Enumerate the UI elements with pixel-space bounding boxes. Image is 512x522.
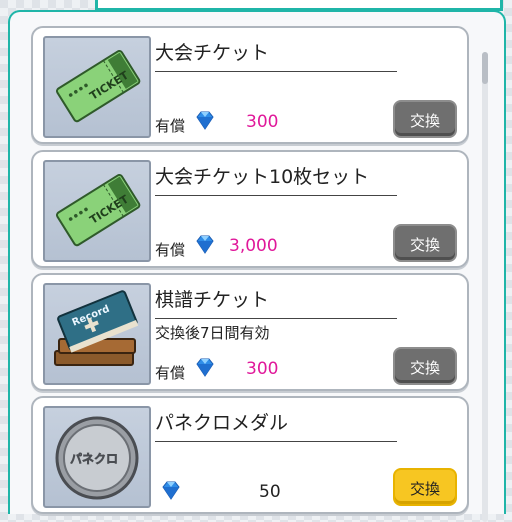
- item-price: 3,000: [229, 236, 278, 256]
- cost-label: 有償: [155, 364, 186, 382]
- cost-label: 有償: [155, 241, 186, 259]
- item-title: 棋譜チケット: [155, 285, 397, 319]
- item-thumbnail: Record: [43, 283, 151, 385]
- item-thumbnail: TICKET: [43, 160, 151, 262]
- cost-label: 有償: [155, 117, 186, 135]
- shop-item: TICKET 大会チケット 有償 300 交換: [31, 26, 469, 144]
- scrollbar[interactable]: [482, 52, 488, 522]
- item-price: 300: [246, 112, 279, 132]
- medal-icon: パネクロ: [55, 416, 139, 500]
- item-title: パネクロメダル: [155, 408, 397, 442]
- shop-item: Record 棋譜チケット 交換後7日間有効 有償 300 交換: [31, 273, 469, 391]
- exchange-button[interactable]: 交換: [393, 224, 457, 262]
- exchange-button[interactable]: 交換: [393, 347, 457, 385]
- item-thumbnail: TICKET: [43, 36, 151, 138]
- shop-item: TICKET 大会チケット10枚セット 有償 3,000 交換: [31, 150, 469, 268]
- diamond-icon: [196, 235, 214, 254]
- shop-window: TICKET 大会チケット 有償 300 交換 TICKET 大会チケット10枚…: [0, 0, 512, 522]
- item-thumbnail: パネクロ: [43, 406, 151, 508]
- scrollbar-thumb[interactable]: [482, 52, 488, 84]
- diamond-icon: [162, 481, 180, 500]
- item-price: 300: [246, 359, 279, 379]
- ticket-icon: TICKET: [56, 49, 141, 123]
- exchange-button[interactable]: 交換: [393, 100, 457, 138]
- medal-text: パネクロ: [70, 452, 118, 466]
- diamond-icon: [196, 358, 214, 377]
- diamond-icon: [196, 111, 214, 130]
- exchange-button[interactable]: 交換: [393, 468, 457, 506]
- record-books-icon: Record: [54, 290, 139, 366]
- ticket-icon: TICKET: [56, 173, 141, 247]
- item-title: 大会チケット: [155, 38, 397, 72]
- shop-item: パネクロ パネクロメダル 50 交換: [31, 396, 469, 514]
- item-title: 大会チケット10枚セット: [155, 162, 397, 196]
- item-subtitle: 交換後7日間有効: [155, 324, 270, 342]
- item-price: 50: [259, 482, 281, 502]
